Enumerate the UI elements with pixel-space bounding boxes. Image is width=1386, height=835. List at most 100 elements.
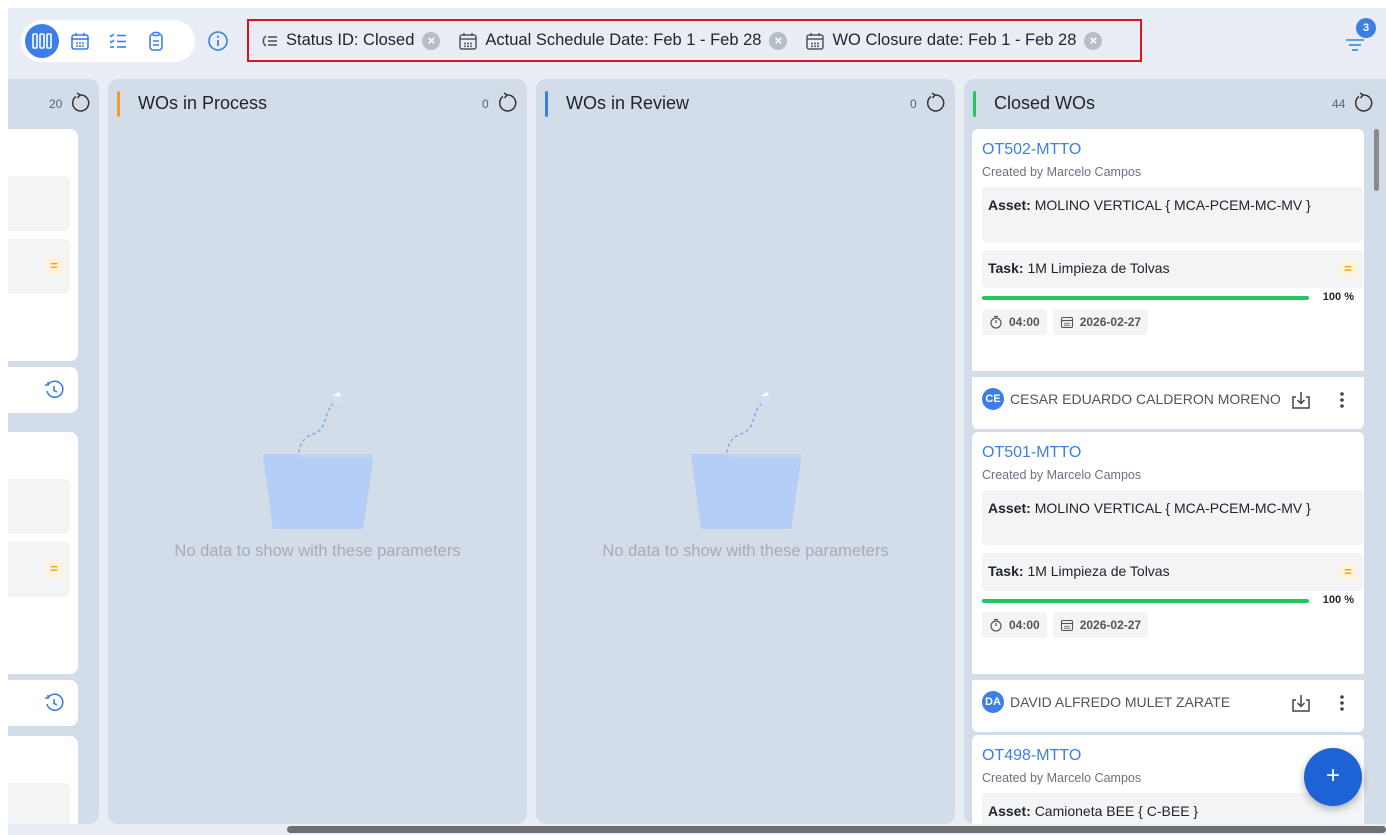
partial-task-box: = (8, 542, 70, 597)
toolbar: Status ID: Closed × Actual Schedule Date… (8, 8, 1386, 76)
filter-chip-label: Status ID: Closed (286, 31, 415, 49)
filter-count-badge: 3 (1356, 18, 1376, 38)
asset-box: Asset: Camioneta BEE { C-BEE } (982, 793, 1363, 824)
filter-chip-closure-date[interactable]: WO Closure date: Feb 1 - Feb 28 × (805, 31, 1103, 51)
empty-state: No data to show with these parameters (536, 379, 955, 561)
task-label: Task: (988, 563, 1024, 579)
task-value: 1M Limpieza de Tolvas (1027, 563, 1170, 579)
kanban-view-button[interactable] (25, 24, 59, 58)
column-title: WOs in Process (138, 93, 268, 113)
partial-asset-box (8, 479, 70, 534)
task-box: Task: 1M Limpieza de Tolvas = (982, 553, 1363, 591)
calendar-icon (806, 32, 825, 50)
work-order-card[interactable]: OT501-MTTO Created by Marcelo Campos Ass… (972, 432, 1364, 732)
column-in-process: WOs in Process 0 No data to show with th… (108, 79, 527, 824)
calendar-icon (71, 33, 89, 50)
priority-icon: = (45, 560, 63, 578)
column-count: 20 (49, 97, 63, 111)
download-icon[interactable] (1290, 389, 1312, 411)
status-filter-icon (262, 34, 277, 47)
progress-percent: 100 % (1322, 291, 1354, 303)
asset-label: Asset: (988, 500, 1031, 516)
date-pill: 2026-02-27 (1052, 612, 1149, 638)
work-order-card[interactable]: OT502-MTTO Created by Marcelo Campos Ass… (972, 129, 1364, 429)
avatar: DA (982, 691, 1004, 713)
wo-number-link[interactable]: OT502-MTTO (982, 141, 1081, 159)
partial-card[interactable]: = (8, 129, 78, 361)
asset-value: Camioneta BEE { C-BEE } (1034, 803, 1199, 819)
wo-number-link[interactable]: OT501-MTTO (982, 444, 1081, 462)
column-partial: 20 = = (8, 79, 99, 824)
vertical-scrollbar[interactable] (1374, 129, 1379, 191)
asset-box: Asset: MOLINO VERTICAL { MCA-PCEM-MC-MV … (982, 490, 1363, 545)
calendar-icon (1060, 316, 1073, 329)
partial-card-footer (8, 367, 78, 413)
duration-value: 04:00 (1009, 618, 1040, 632)
card-footer: CE CESAR EDUARDO CALDERON MORENO (972, 371, 1364, 421)
column-accent-bar (973, 91, 976, 117)
date-value: 2026-02-27 (1079, 315, 1142, 329)
calendar-icon (459, 32, 478, 50)
refresh-icon[interactable] (495, 91, 519, 115)
partial-card[interactable] (8, 736, 78, 824)
add-work-order-button[interactable]: + (1304, 748, 1362, 806)
remove-filter-icon[interactable]: × (422, 31, 441, 50)
progress-bar (982, 599, 1309, 603)
refresh-icon[interactable] (1351, 91, 1375, 115)
partial-card-footer (8, 680, 78, 726)
created-by: Created by Marcelo Campos (982, 771, 1142, 785)
scrollbar-thumb[interactable] (287, 826, 1386, 833)
download-icon[interactable] (1290, 692, 1312, 714)
horizontal-scrollbar[interactable] (287, 824, 1386, 835)
more-options-icon[interactable] (1338, 389, 1346, 411)
column-in-review: WOs in Review 0 No data to show with the… (536, 79, 955, 824)
task-value: 1M Limpieza de Tolvas (1027, 260, 1170, 276)
clipboard-icon (149, 31, 163, 51)
filter-chip-schedule-date[interactable]: Actual Schedule Date: Feb 1 - Feb 28 × (458, 31, 788, 51)
task-box: Task: 1M Limpieza de Tolvas = (982, 250, 1363, 288)
partial-card[interactable]: = (8, 432, 78, 674)
progress-fill (982, 599, 1309, 603)
empty-state: No data to show with these parameters (108, 379, 527, 561)
report-view-button[interactable] (139, 24, 173, 58)
remove-filter-icon[interactable]: × (1084, 31, 1103, 50)
checklist-icon (109, 33, 126, 48)
stopwatch-icon (990, 315, 1002, 329)
list-view-button[interactable] (101, 24, 135, 58)
column-header: WOs in Review 0 (536, 79, 955, 129)
filter-chip-label: Actual Schedule Date: Feb 1 - Feb 28 (485, 31, 762, 49)
card-meta: 04:00 2026-02-27 (982, 309, 1154, 335)
filter-chip-label: WO Closure date: Feb 1 - Feb 28 (832, 31, 1077, 49)
info-icon[interactable] (207, 30, 229, 52)
wo-number-link[interactable]: OT498-MTTO (982, 747, 1081, 765)
empty-message: No data to show with these parameters (602, 542, 889, 560)
filter-menu-button[interactable]: 3 (1340, 18, 1376, 58)
calendar-view-button[interactable] (63, 24, 97, 58)
created-by: Created by Marcelo Campos (982, 468, 1142, 482)
refresh-icon[interactable] (68, 91, 92, 115)
more-options-icon[interactable] (1338, 692, 1346, 714)
priority-icon: = (1339, 260, 1357, 278)
calendar-icon (1060, 619, 1073, 632)
stopwatch-icon (990, 618, 1002, 632)
progress-fill (982, 296, 1309, 300)
card-meta: 04:00 2026-02-27 (982, 612, 1154, 638)
duration-pill: 04:00 (982, 612, 1047, 638)
kanban-page: Status ID: Closed × Actual Schedule Date… (8, 8, 1386, 835)
column-title: WOs in Review (566, 93, 690, 113)
asset-box: Asset: MOLINO VERTICAL { MCA-PCEM-MC-MV … (982, 187, 1363, 242)
remove-filter-icon[interactable]: × (769, 31, 788, 50)
history-icon[interactable] (43, 379, 65, 401)
empty-message: No data to show with these parameters (174, 542, 461, 560)
asset-value: MOLINO VERTICAL { MCA-PCEM-MC-MV } (1034, 197, 1311, 213)
duration-value: 04:00 (1009, 315, 1040, 329)
filter-chip-status[interactable]: Status ID: Closed × (259, 31, 441, 50)
history-icon[interactable] (43, 692, 65, 714)
column-header: WOs in Process 0 (108, 79, 527, 129)
asset-label: Asset: (988, 197, 1031, 213)
priority-icon: = (1339, 563, 1357, 581)
column-closed: Closed WOs 44 OT502-MTTO Created by Marc… (964, 79, 1386, 824)
partial-asset-box (8, 176, 70, 231)
column-count: 0 (482, 97, 489, 111)
refresh-icon[interactable] (923, 91, 947, 115)
